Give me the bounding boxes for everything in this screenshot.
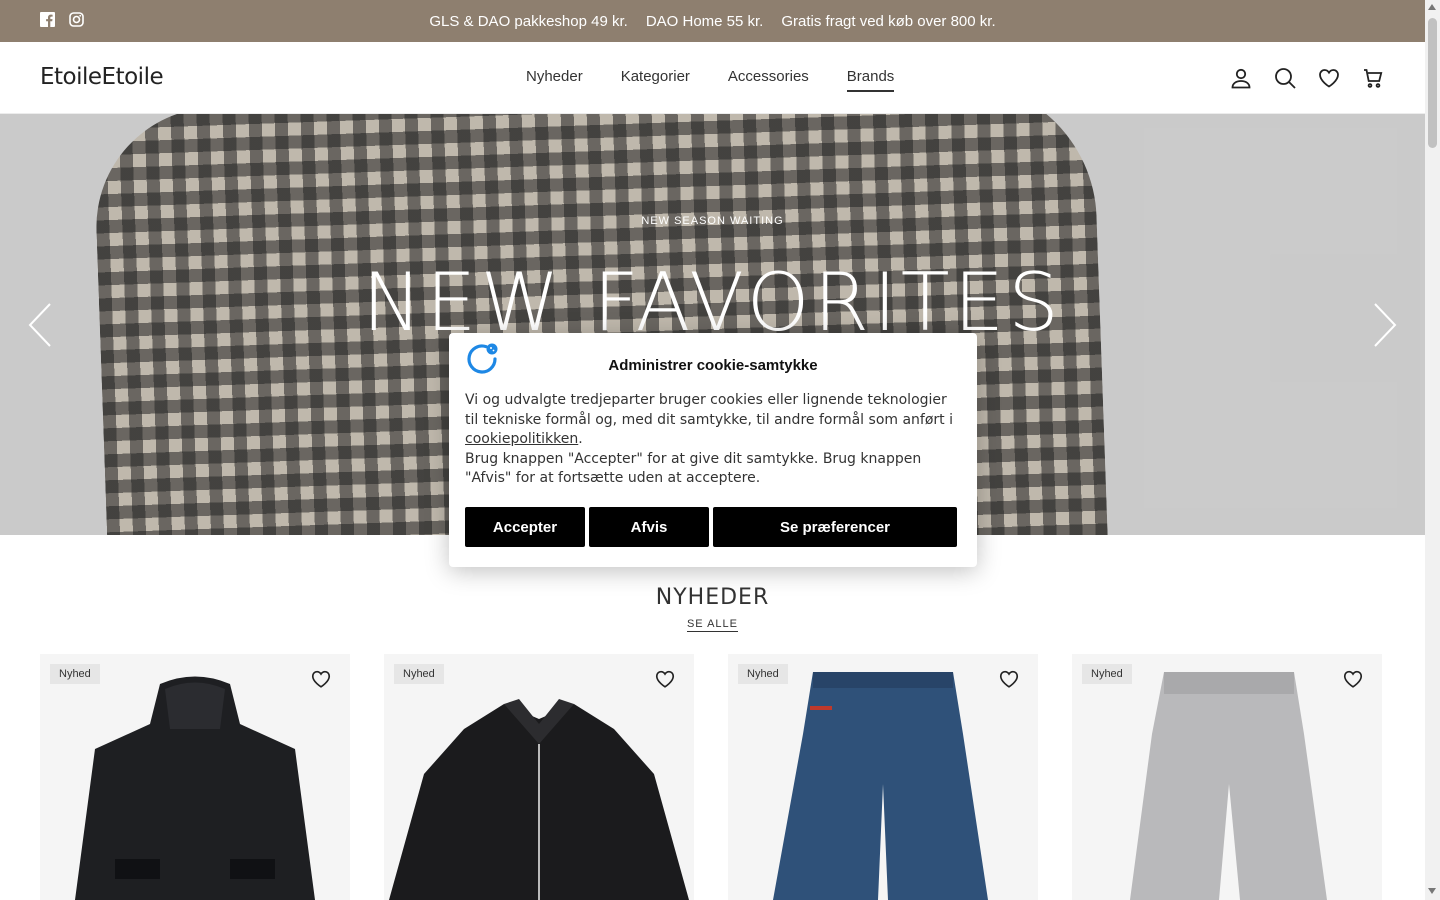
product-image: [384, 654, 694, 900]
announcement-messages: GLS & DAO pakkeshop 49 kr. DAO Home 55 k…: [0, 13, 1425, 30]
site-header: EtoileEtoile Nyheder Kategorier Accessor…: [0, 42, 1425, 114]
header-icons: [1229, 66, 1385, 90]
instagram-icon[interactable]: [69, 12, 84, 27]
announcement-message: DAO Home 55 kr.: [645, 12, 764, 30]
scroll-down-icon[interactable]: [1428, 888, 1436, 894]
cookie-title: Administrer cookie-samtykke: [608, 357, 818, 374]
scroll-up-icon[interactable]: [1428, 4, 1436, 10]
wishlist-heart-icon[interactable]: [1317, 66, 1341, 90]
preferences-button[interactable]: Se præferencer: [713, 507, 957, 547]
cookie-body: Vi og udvalgte tredjeparter bruger cooki…: [465, 391, 961, 489]
new-badge: Nyhed: [738, 664, 788, 684]
product-grid: Nyhed Nyhed Nyhed Nyhed: [40, 654, 1385, 900]
wishlist-heart-icon[interactable]: [998, 668, 1020, 690]
logo[interactable]: EtoileEtoile: [40, 64, 164, 90]
cookie-consent-dialog: Administrer cookie-samtykke Vi og udvalg…: [449, 333, 977, 567]
page-scrollbar[interactable]: [1425, 0, 1440, 900]
cart-icon[interactable]: [1361, 66, 1385, 90]
product-image: [40, 654, 350, 900]
cookie-buttons: Accepter Afvis Se præferencer: [465, 507, 957, 547]
product-image: [1072, 654, 1382, 900]
product-card[interactable]: Nyhed: [384, 654, 694, 900]
section-title: NYHEDER: [655, 585, 770, 610]
new-badge: Nyhed: [50, 664, 100, 684]
social-links: [40, 12, 84, 27]
see-all-link[interactable]: SE ALLE: [686, 618, 739, 632]
cookie-body-text: Vi og udvalgte tredjeparter bruger cooki…: [465, 392, 953, 428]
account-icon[interactable]: [1229, 66, 1253, 90]
cookie-body-text-2: Brug knappen "Accepter" for at give dit …: [465, 450, 922, 487]
product-card[interactable]: Nyhed: [728, 654, 1038, 900]
facebook-icon[interactable]: [40, 12, 55, 27]
nav-item-accessories[interactable]: Accessories: [728, 68, 809, 92]
nav-item-kategorier[interactable]: Kategorier: [621, 68, 690, 92]
announcement-message: Gratis fragt ved køb over 800 kr.: [781, 12, 996, 30]
product-card[interactable]: Nyhed: [1072, 654, 1382, 900]
main-nav: Nyheder Kategorier Accessories Brands: [526, 68, 895, 92]
product-card[interactable]: Nyhed: [40, 654, 350, 900]
scrollbar-thumb[interactable]: [1428, 18, 1437, 148]
see-all-link-wrapper: SE ALLE: [0, 618, 1425, 632]
cookie-policy-link[interactable]: cookiepolitikken: [465, 431, 578, 447]
nav-item-brands[interactable]: Brands: [846, 68, 895, 92]
wishlist-heart-icon[interactable]: [310, 668, 332, 690]
announcement-message: GLS & DAO pakkeshop 49 kr.: [429, 12, 628, 30]
new-badge: Nyhed: [1082, 664, 1132, 684]
nav-item-nyheder[interactable]: Nyheder: [526, 68, 583, 92]
search-icon[interactable]: [1273, 66, 1297, 90]
hero-kicker: NEW SEASON WAITING: [641, 215, 784, 227]
reject-button[interactable]: Afvis: [589, 507, 709, 547]
product-image: [728, 654, 1038, 900]
new-badge: Nyhed: [394, 664, 444, 684]
hero-next-arrow-icon[interactable]: [1371, 302, 1399, 348]
hero-prev-arrow-icon[interactable]: [26, 302, 54, 348]
cookie-body-text-end: .: [578, 431, 583, 447]
wishlist-heart-icon[interactable]: [1342, 668, 1364, 690]
wishlist-heart-icon[interactable]: [654, 668, 676, 690]
announcement-bar: GLS & DAO pakkeshop 49 kr. DAO Home 55 k…: [0, 0, 1425, 42]
accept-button[interactable]: Accepter: [465, 507, 585, 547]
